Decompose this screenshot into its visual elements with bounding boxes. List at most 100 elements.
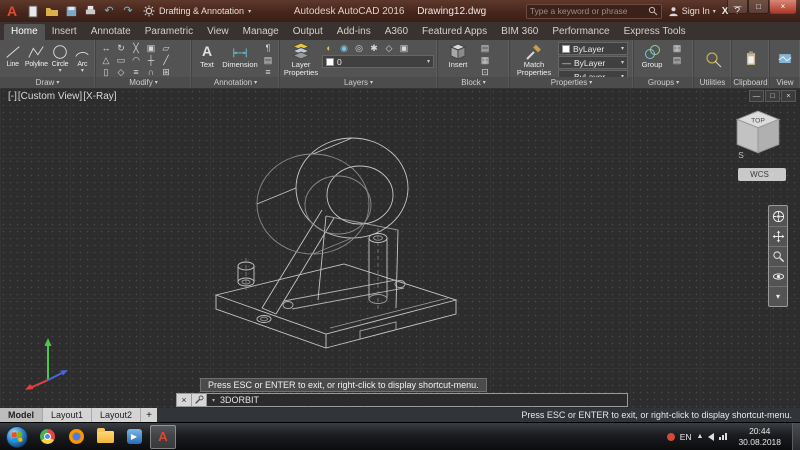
explorer-taskbar-button[interactable] bbox=[92, 425, 118, 449]
new-layout-button[interactable]: + bbox=[141, 408, 158, 422]
panel-label-block[interactable]: Block ▾ bbox=[438, 77, 509, 88]
volume-icon[interactable] bbox=[708, 432, 715, 441]
modify-tool-icon[interactable]: ▯ bbox=[99, 66, 113, 77]
autocad-taskbar-button[interactable]: A bbox=[150, 424, 176, 449]
media-player-taskbar-button[interactable]: ▶ bbox=[121, 425, 147, 449]
start-button[interactable] bbox=[6, 425, 28, 448]
dimension-tool[interactable]: Dimension bbox=[222, 42, 258, 69]
modify-tool-icon[interactable]: ↻ bbox=[114, 42, 128, 54]
group-tool-icon[interactable]: ▤ bbox=[670, 54, 684, 66]
panel-label-modify[interactable]: Modify ▾ bbox=[96, 77, 191, 88]
chrome-taskbar-button[interactable] bbox=[34, 425, 60, 449]
tab-home[interactable]: Home bbox=[4, 24, 45, 40]
layer-tool-icon[interactable]: ✱ bbox=[367, 42, 381, 54]
autocad-logo-icon[interactable]: A bbox=[0, 0, 24, 22]
drawing-restore-button[interactable]: □ bbox=[765, 90, 780, 102]
layer-tool-icon[interactable]: ◎ bbox=[352, 42, 366, 54]
modify-tool-icon[interactable]: ▣ bbox=[144, 42, 158, 54]
panel-label-annotation[interactable]: Annotation ▾ bbox=[192, 77, 279, 88]
layer-tool-icon[interactable]: ◉ bbox=[337, 42, 351, 54]
viewcube-wcs-menu[interactable]: WCS ▾ bbox=[738, 168, 786, 181]
tab-add-ins[interactable]: Add-ins bbox=[330, 24, 378, 40]
annotation-tool-icon[interactable]: ≡ bbox=[261, 66, 275, 77]
save-button[interactable] bbox=[64, 4, 78, 18]
maximize-button[interactable]: □ bbox=[748, 0, 769, 14]
viewport-control[interactable]: [-] bbox=[8, 91, 17, 102]
measure-icon[interactable] bbox=[703, 49, 723, 69]
modify-tool-icon[interactable]: ┼ bbox=[144, 54, 158, 66]
match-properties-tool[interactable]: Match Properties bbox=[513, 42, 555, 77]
network-icon[interactable] bbox=[719, 433, 728, 440]
modify-tool-icon[interactable]: ↔ bbox=[99, 42, 113, 54]
panel-label-draw[interactable]: Draw ▾ bbox=[0, 77, 95, 88]
command-customize-button[interactable] bbox=[191, 393, 206, 407]
plot-button[interactable] bbox=[83, 4, 97, 18]
tab-output[interactable]: Output bbox=[286, 24, 330, 40]
circle-tool[interactable]: Circle ▾ bbox=[50, 42, 69, 75]
modify-tool-icon[interactable]: △ bbox=[99, 54, 113, 66]
notification-icon[interactable] bbox=[666, 432, 675, 441]
panel-label-clipboard[interactable]: Clipboard bbox=[732, 77, 769, 88]
viewport-control[interactable]: [Custom View] bbox=[18, 91, 82, 102]
annotation-tool-icon[interactable]: ¶ bbox=[261, 42, 275, 54]
drawing-close-button[interactable]: × bbox=[781, 90, 796, 102]
modify-tool-icon[interactable]: ◇ bbox=[114, 66, 128, 77]
panel-label-view[interactable]: View bbox=[770, 77, 800, 88]
linetype-dropdown[interactable]: — ByLayer ▾ bbox=[558, 56, 628, 69]
modify-tool-icon[interactable]: ◠ bbox=[129, 54, 143, 66]
tab-layout2[interactable]: Layout2 bbox=[92, 408, 142, 422]
layer-dropdown[interactable]: 0 ▾ bbox=[322, 55, 434, 68]
tab-featured-apps[interactable]: Featured Apps bbox=[415, 24, 494, 40]
close-button[interactable]: × bbox=[769, 0, 797, 14]
full-navigation-wheel-button[interactable] bbox=[769, 206, 787, 226]
search-input[interactable] bbox=[529, 5, 648, 17]
panel-label-properties[interactable]: Properties ▾ bbox=[510, 77, 633, 88]
tab-a360[interactable]: A360 bbox=[378, 24, 415, 40]
new-button[interactable] bbox=[26, 4, 40, 18]
show-desktop-button[interactable] bbox=[792, 422, 800, 450]
group-tool[interactable]: Group bbox=[637, 42, 667, 69]
tab-express-tools[interactable]: Express Tools bbox=[617, 24, 693, 40]
modify-tool-icon[interactable]: ≡ bbox=[129, 66, 143, 77]
tab-performance[interactable]: Performance bbox=[545, 24, 616, 40]
modify-tool-icon[interactable]: ╱ bbox=[159, 54, 173, 66]
redo-button[interactable]: ↷ bbox=[121, 4, 135, 18]
polyline-tool[interactable]: Polyline bbox=[25, 42, 48, 68]
drawing-viewport[interactable]: [-] [Custom View] [X-Ray] — □ × TOP S WCS … bbox=[0, 88, 800, 408]
block-tool-icon[interactable]: ⊡ bbox=[478, 66, 492, 77]
tab-manage[interactable]: Manage bbox=[236, 24, 286, 40]
open-button[interactable] bbox=[45, 4, 59, 18]
sign-in-button[interactable]: Sign In ▾ bbox=[668, 6, 716, 17]
view-icon[interactable] bbox=[776, 51, 794, 67]
viewcube[interactable]: TOP S bbox=[732, 108, 784, 160]
language-indicator[interactable]: EN bbox=[680, 432, 692, 442]
search-icon[interactable] bbox=[648, 6, 658, 16]
layer-tool-icon[interactable]: ◇ bbox=[382, 42, 396, 54]
clipboard-icon[interactable] bbox=[742, 49, 760, 69]
modify-tool-icon[interactable]: ⊞ bbox=[159, 66, 173, 77]
tab-parametric[interactable]: Parametric bbox=[138, 24, 200, 40]
line-tool[interactable]: Line bbox=[3, 42, 22, 68]
text-tool[interactable]: A Text bbox=[195, 42, 219, 69]
undo-button[interactable]: ↶ bbox=[102, 4, 116, 18]
layer-tool-icon[interactable]: ▣ bbox=[397, 42, 411, 54]
insert-block-tool[interactable]: Insert bbox=[441, 42, 475, 69]
drawing-minimize-button[interactable]: — bbox=[749, 90, 764, 102]
tab-bim-360[interactable]: BIM 360 bbox=[494, 24, 545, 40]
tab-view[interactable]: View bbox=[200, 24, 236, 40]
panel-label-layers[interactable]: Layers ▾ bbox=[280, 77, 437, 88]
hidden-icons-button[interactable]: ▲ bbox=[697, 433, 704, 440]
layer-properties-tool[interactable]: Layer Properties bbox=[283, 42, 319, 77]
tab-layout1[interactable]: Layout1 bbox=[43, 408, 93, 422]
pan-button[interactable] bbox=[769, 226, 787, 246]
taskbar-clock[interactable]: 20:44 30.08.2018 bbox=[732, 426, 787, 446]
command-close-button[interactable]: × bbox=[176, 393, 191, 407]
modify-tool-icon[interactable]: ∩ bbox=[144, 66, 158, 77]
modify-tool-icon[interactable]: ▭ bbox=[114, 54, 128, 66]
lineweight-dropdown[interactable]: ▬ ByLayer ▾ bbox=[558, 70, 628, 77]
zoom-button[interactable] bbox=[769, 246, 787, 266]
group-tool-icon[interactable]: ▦ bbox=[670, 42, 684, 54]
annotation-tool-icon[interactable]: ▤ bbox=[261, 54, 275, 66]
command-input[interactable]: ▾ 3DORBIT bbox=[206, 393, 628, 407]
arc-tool[interactable]: Arc ▾ bbox=[73, 42, 92, 75]
